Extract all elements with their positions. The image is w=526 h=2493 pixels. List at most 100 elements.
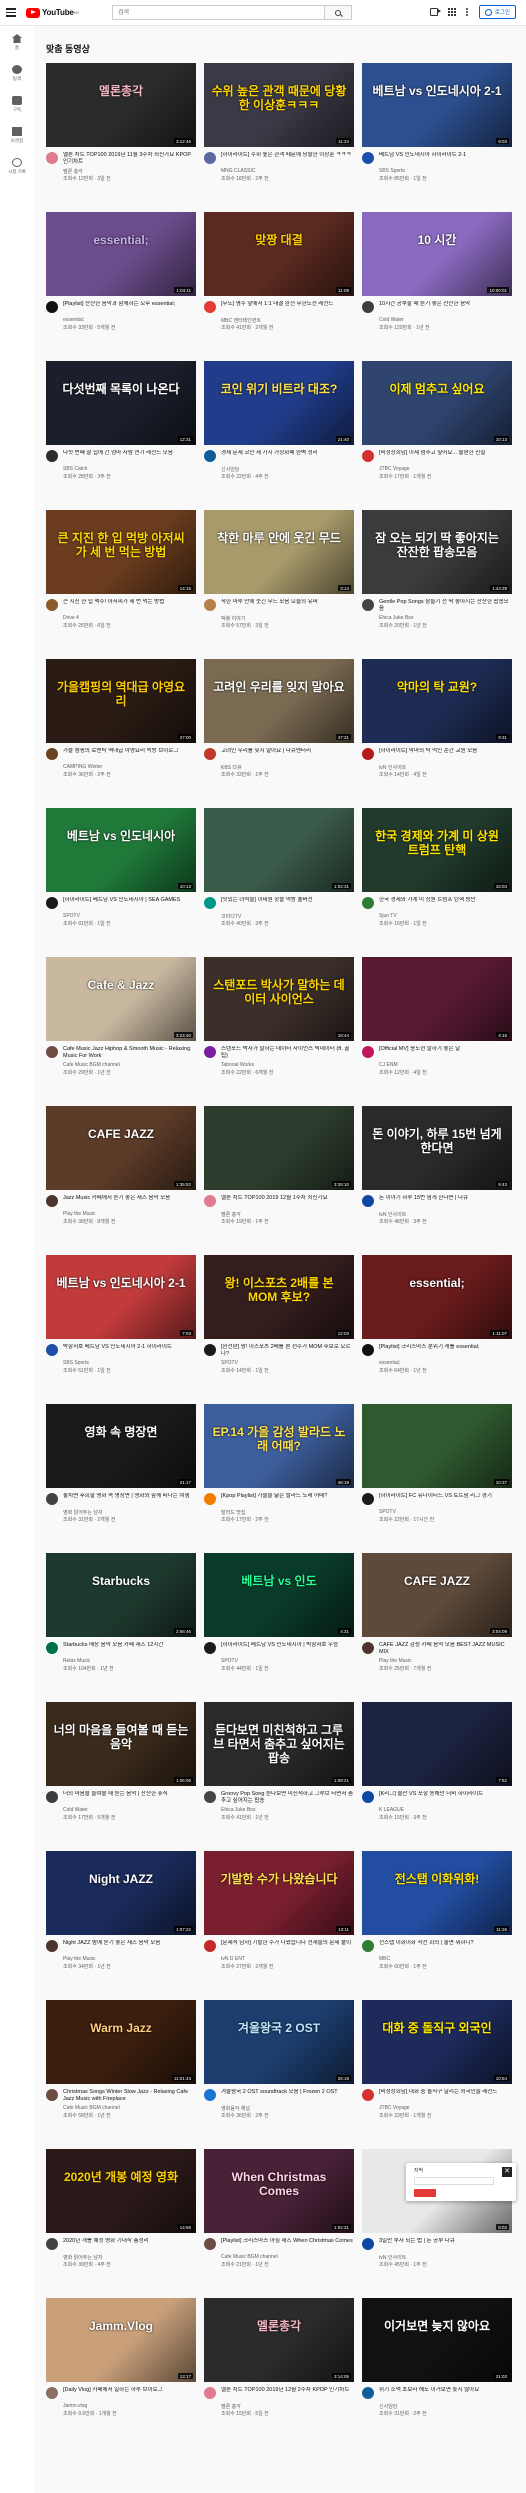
channel-avatar[interactable] — [46, 152, 58, 164]
video-card[interactable]: 한국 경제와 가계 미 상원 트럼프 탄핵 16:03 한국 경제와 가계 미 상원… — [362, 808, 512, 957]
channel-avatar[interactable] — [362, 1344, 374, 1356]
video-title[interactable]: Jazz Music 카페에서 듣기 좋은 재즈 음악 모음 — [63, 1195, 196, 1209]
channel-name[interactable]: 코미디TV — [221, 913, 354, 920]
channel-name[interactable]: JTBC Voyage — [379, 466, 512, 473]
video-thumbnail[interactable]: 고려인 우리를 잊지 말아요 47:31 — [204, 659, 354, 743]
video-thumbnail[interactable]: 1:02:31 — [204, 808, 354, 892]
channel-name[interactable]: 영화음악 채널 — [221, 2105, 354, 2112]
video-card[interactable]: 돈 이야기, 하루 15번 넘게 한다면 9:43 돈 이야기 하루 15번 넘게 … — [362, 1106, 512, 1255]
channel-avatar[interactable] — [362, 2387, 374, 2399]
channel-name[interactable]: SBS Sports — [379, 168, 512, 175]
channel-avatar[interactable] — [204, 897, 216, 909]
video-card[interactable]: 큰 지진 한 입 먹방 아저씨가 세 번 먹는 방법 14:15 큰 지진 한 입 … — [46, 510, 196, 659]
channel-avatar[interactable] — [46, 2089, 58, 2101]
video-card[interactable]: 베트남 vs 인도 4:31 [하이라이트] 베트남 VS 인도네시아 | 박항서호… — [204, 1553, 354, 1702]
video-card[interactable]: 전스탭 이화위화! 11:26 전스탭 이화이화 작전 회의 | 놀면 뭐하니? MB… — [362, 1851, 512, 2000]
channel-avatar[interactable] — [362, 599, 374, 611]
video-title[interactable]: 경제 문제 코인 세 가지 가상화폐 완벽 정리 — [221, 450, 354, 464]
video-card[interactable]: 이제 멈추고 싶어요 10:13 [비정상회담] 이제 멈추고 싶어요... 불편한… — [362, 361, 512, 510]
channel-avatar[interactable] — [46, 748, 58, 760]
channel-name[interactable]: Play the Music — [63, 1211, 196, 1218]
video-title[interactable]: Cafe Music Jazz Hiphop & Smooth Music - … — [63, 1046, 196, 1060]
video-card[interactable]: 베트남 vs 인도네시아 2-1 9:03 베트남 VS 인도네시아 하이라이트 2… — [362, 63, 512, 212]
video-card[interactable]: 고려인 우리를 잊지 말아요 47:31 고려인 우리를 잊지 말아요 | 다큐멘터… — [204, 659, 354, 808]
video-title[interactable]: 겨울왕국 2 OST soundtrack 모음 | Frozen 2 OST — [221, 2089, 354, 2103]
channel-name[interactable]: SPOTV — [221, 1360, 354, 1367]
video-title[interactable]: [Playlist] 잔잔한 음악과 함께하는 오후 essential; — [63, 301, 196, 315]
channel-name[interactable]: 발라드 맛집 — [221, 1509, 354, 1516]
channel-name[interactable]: tvN 인사이트 — [379, 764, 512, 771]
video-title[interactable]: [하이라이트] 베트남 VS 인도네시아 | 박항서호 우승 — [221, 1642, 354, 1656]
video-title[interactable]: Night JAZZ 밤에 듣기 좋은 재즈 음악 모음 — [63, 1940, 196, 1954]
channel-avatar[interactable] — [204, 1344, 216, 1356]
channel-avatar[interactable] — [46, 599, 58, 611]
video-card[interactable]: 멜론총각 3:12:45 멜론 차트 TOP100 2019년 11월 3주차 최신… — [46, 63, 196, 212]
channel-name[interactable]: essential; — [379, 1360, 512, 1367]
channel-avatar[interactable] — [362, 450, 374, 462]
video-card[interactable]: CAFE JAZZ 3:04:09 CAFE JAZZ 감성 카페 음악 모음 BE… — [362, 1553, 512, 1702]
video-card[interactable]: 영화 속 명장면 21:17 놓치면 후회할 영화 속 명장면 | 영화와 함께 떠… — [46, 1404, 196, 1553]
video-thumbnail[interactable]: 대화 중 돌직구 외국인 10:54 — [362, 2000, 512, 2084]
video-thumbnail[interactable]: 기발한 수가 나왔습니다 13:11 — [204, 1851, 354, 1935]
video-card[interactable]: 3:26:10 멜론 차트 TOP100 2019 12월 1주차 최신가요 멜론 … — [204, 1106, 354, 1255]
video-card[interactable]: Warm Jazz 11:01:43 Christmas Songs Winter … — [46, 2000, 196, 2149]
video-card[interactable]: 악마의 탁 교원? 9:31 [하이라이트] 악마의 탁 먹인 순간 교원 모음 tv… — [362, 659, 512, 808]
video-title[interactable]: 2020년 개봉 예정 영화 기대작 총정리 — [63, 2238, 196, 2252]
video-thumbnail[interactable]: 베트남 vs 인도네시아 2-1 7:03 — [46, 1255, 196, 1339]
channel-name[interactable]: essential; — [63, 317, 196, 324]
channel-avatar[interactable] — [46, 1493, 58, 1505]
video-title[interactable]: [하이라이트] 수위 높은 관객 때문에 당황한 이상훈 ㅋㅋㅋ — [221, 152, 354, 166]
video-card[interactable]: 잠 오는 되기 딱 좋아지는 잔잔한 팝송모음 1:43:28 Gentle Pop… — [362, 510, 512, 659]
sidebar-item[interactable]: 구독 — [0, 88, 34, 119]
video-thumbnail[interactable]: Warm Jazz 11:01:43 — [46, 2000, 196, 2084]
hamburger-menu-icon[interactable] — [6, 6, 20, 20]
sidebar-item[interactable]: 시청 기록 — [0, 150, 34, 181]
channel-avatar[interactable] — [46, 2387, 58, 2399]
video-thumbnail[interactable]: When Christmas Comes 1:02:31 — [204, 2149, 354, 2233]
video-thumbnail[interactable]: Night JAZZ 1:07:22 — [46, 1851, 196, 1935]
video-card[interactable]: Cafe & Jazz 3:24:40 Cafe Music Jazz Hiphop… — [46, 957, 196, 1106]
video-card[interactable]: Starbucks 2:56:46 Starbucks 매장 음악 모음 카페 재즈… — [46, 1553, 196, 1702]
channel-name[interactable]: Ehica Juke Box — [221, 1807, 354, 1814]
video-card[interactable]: 너의 마음을 들여볼 때 듣는 음악 1:06:05 너의 마음을 들여볼 때 듣는… — [46, 1702, 196, 1851]
video-thumbnail[interactable]: CAFE JAZZ 3:04:09 — [362, 1553, 512, 1637]
video-thumbnail[interactable]: 베트남 vs 인도네시아 10:13 — [46, 808, 196, 892]
channel-avatar[interactable] — [204, 2238, 216, 2250]
video-title[interactable]: 다섯 번째 딸 집에 간 엄마 사람 연기 레전드 모음 — [63, 450, 196, 464]
create-video-icon[interactable] — [429, 8, 441, 16]
video-title[interactable]: 멜론 차트 TOP100 2019년 11월 3주차 최신가요 KPOP 인기차… — [63, 152, 196, 166]
channel-name[interactable]: 멜론 총각 — [63, 168, 196, 175]
channel-name[interactable]: K LEAGUE — [379, 1807, 512, 1814]
video-thumbnail[interactable]: 베트남 vs 인도 4:31 — [204, 1553, 354, 1637]
channel-avatar[interactable] — [204, 2089, 216, 2101]
video-thumbnail[interactable]: 악마의 탁 교원? 9:31 — [362, 659, 512, 743]
channel-avatar[interactable] — [46, 1344, 58, 1356]
video-card[interactable]: 왕! 이스포츠 2배를 본 MOM 후보? 12:03 [완전판] 왕! 이스포츠 … — [204, 1255, 354, 1404]
video-title[interactable]: 돈 이야기 하루 15번 넘게 한다면 | 다큐 — [379, 1195, 512, 1209]
video-card[interactable]: 2020년 개봉 예정 영화 14:56 2020년 개봉 예정 영화 기대작 총정… — [46, 2149, 196, 2298]
channel-avatar[interactable] — [204, 599, 216, 611]
channel-name[interactable]: KBS 다큐 — [221, 764, 354, 771]
video-thumbnail[interactable]: Jamm.Vlog 13:17 — [46, 2298, 196, 2382]
video-thumbnail[interactable]: 전스탭 이화위화! 11:26 — [362, 1851, 512, 1935]
popup-red-button[interactable] — [414, 2189, 436, 2197]
channel-name[interactable]: SPOTV — [221, 1658, 354, 1665]
video-title[interactable]: 놓치면 후회할 영화 속 명장면 | 영화와 함께 떠나는 여행 — [63, 1493, 196, 1507]
video-title[interactable]: 멜론 차트 TOP100 2019 12월 1주차 최신가요 — [221, 1195, 354, 1209]
channel-name[interactable]: MNG CLASSIC — [221, 168, 354, 175]
channel-avatar[interactable] — [362, 2238, 374, 2250]
video-title[interactable]: [Kpop Playlist] 가을을 닮은 발라드 노래 어때? — [221, 1493, 354, 1507]
channel-avatar[interactable] — [46, 1791, 58, 1803]
channel-avatar[interactable] — [204, 152, 216, 164]
video-thumbnail[interactable]: EP.14 가을 감성 발라드 노래 어때? 46:19 — [204, 1404, 354, 1488]
video-thumbnail[interactable]: 3:26:10 — [204, 1106, 354, 1190]
video-title[interactable]: [문제적 남자] 기발한 수가 나왔습니다 천재들의 문제 풀이 — [221, 1940, 354, 1954]
video-card[interactable]: 스탠포드 박사가 말하는 데이터 사이언스 18:44 스탠포드 박사가 말하는 데… — [204, 957, 354, 1106]
channel-avatar[interactable] — [362, 1046, 374, 1058]
channel-avatar[interactable] — [204, 450, 216, 462]
video-title[interactable]: 10시간 공부할 때 듣기 좋은 잔잔한 음악 — [379, 301, 512, 315]
video-card[interactable]: 10 시간 10:00:01 10시간 공부할 때 듣기 좋은 잔잔한 음악 Cold… — [362, 212, 512, 361]
sidebar-item[interactable]: 홈 — [0, 26, 34, 57]
video-title[interactable]: [하이라이트] 악마의 탁 먹인 순간 교원 모음 — [379, 748, 512, 762]
video-title[interactable]: 3일만 부자 되는 법 | 돈 공부 다큐 — [379, 2238, 512, 2252]
